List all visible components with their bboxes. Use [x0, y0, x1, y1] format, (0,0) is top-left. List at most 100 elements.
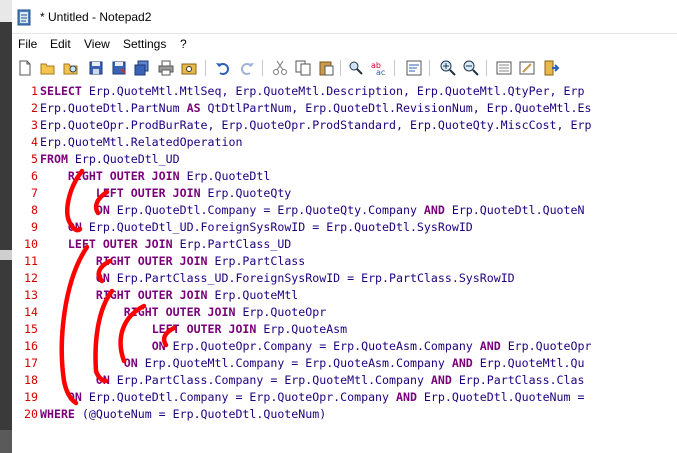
- sql-text: Erp.QuoteMtl.MtlSeq, Erp.QuoteMtl.Descri…: [88, 84, 585, 98]
- paste-icon[interactable]: [317, 59, 335, 77]
- code-line: 16 ON Erp.QuoteOpr.Company = Erp.QuoteAs…: [12, 338, 677, 355]
- sql-keyword: AND: [479, 339, 508, 353]
- zoom-in-icon[interactable]: [439, 59, 457, 77]
- code-line: 4 Erp.QuoteMtl.RelatedOperation: [12, 134, 677, 151]
- customize-icon[interactable]: [518, 59, 536, 77]
- background-window-fragment: [0, 430, 12, 453]
- sql-keyword: AND: [451, 356, 480, 370]
- code-text: RIGHT OUTER JOIN Erp.PartClass: [40, 253, 305, 270]
- code-line: 7 LEFT OUTER JOIN Erp.QuoteQty: [12, 185, 677, 202]
- code-line: 15 LEFT OUTER JOIN Erp.QuoteAsm: [12, 321, 677, 338]
- sql-keyword: RIGHT OUTER JOIN: [123, 305, 243, 319]
- sql-text: Erp.QuoteDtl: [186, 169, 271, 183]
- line-number: 7: [31, 186, 38, 200]
- print-icon[interactable]: [157, 59, 175, 77]
- sql-text: Erp.PartClass_UD: [179, 237, 292, 251]
- sql-text: Erp.QuoteDtl.Company = Erp.QuoteQty.Comp…: [116, 203, 424, 217]
- code-line: 14 RIGHT OUTER JOIN Erp.QuoteOpr: [12, 304, 677, 321]
- replace-icon[interactable]: ab ac: [370, 59, 388, 77]
- line-number: 13: [24, 288, 38, 302]
- code-line: 3 Erp.QuoteOpr.ProdBurRate, Erp.QuoteOpr.…: [12, 117, 677, 134]
- code-text: Erp.QuoteMtl.RelatedOperation: [40, 134, 242, 151]
- scheme-icon[interactable]: [495, 59, 513, 77]
- sql-text: Erp.QuoteMtl.Qu: [479, 356, 585, 370]
- sql-keyword: ON: [95, 373, 117, 387]
- cut-icon[interactable]: [271, 59, 289, 77]
- code-line: 10 LEFT OUTER JOIN Erp.PartClass_UD: [12, 236, 677, 253]
- code-text: ON Erp.QuoteOpr.Company = Erp.QuoteAsm.C…: [40, 338, 592, 355]
- find-file-icon[interactable]: [180, 59, 198, 77]
- toolbar-separator: [394, 60, 395, 76]
- code-line: 11 RIGHT OUTER JOIN Erp.PartClass: [12, 253, 677, 270]
- sql-text: Erp.PartClass_UD.ForeignSysRowID = Erp.P…: [116, 271, 515, 285]
- notepad2-window: * Untitled - Notepad2 File Edit View Set…: [12, 0, 677, 453]
- sql-text: Erp.QuoteMtl.RelatedOperation: [40, 135, 243, 149]
- code-line: 5 FROM Erp.QuoteDtl_UD: [12, 151, 677, 168]
- sql-keyword: ON: [67, 390, 89, 404]
- line-number: 14: [24, 305, 38, 319]
- wordwrap-icon[interactable]: [405, 59, 423, 77]
- line-number: 18: [24, 373, 38, 387]
- code-text: ON Erp.QuoteMtl.Company = Erp.QuoteAsm.C…: [40, 355, 585, 372]
- open-icon[interactable]: [39, 59, 57, 77]
- redo-icon[interactable]: [238, 59, 256, 77]
- code-text: RIGHT OUTER JOIN Erp.QuoteDtl: [40, 168, 270, 185]
- menu-file[interactable]: File: [18, 37, 37, 51]
- sql-text: Erp.QuoteDtl_UD: [74, 152, 180, 166]
- menu-view[interactable]: View: [84, 37, 110, 51]
- sql-text: (@QuoteNum = Erp.QuoteDtl.QuoteNum): [81, 407, 327, 421]
- line-number: 8: [31, 203, 38, 217]
- menu-edit[interactable]: Edit: [50, 37, 71, 51]
- line-number: 9: [31, 220, 38, 234]
- code-text: RIGHT OUTER JOIN Erp.QuoteMtl: [40, 287, 298, 304]
- sql-text: Erp.QuoteAsm: [263, 322, 348, 336]
- code-line: 8 ON Erp.QuoteDtl.Company = Erp.QuoteQty…: [12, 202, 677, 219]
- code-line: 6 RIGHT OUTER JOIN Erp.QuoteDtl: [12, 168, 677, 185]
- notepad-app-icon: [17, 9, 31, 26]
- sql-text: Erp.QuoteOpr: [507, 339, 592, 353]
- copy-icon[interactable]: [294, 59, 312, 77]
- sql-keyword: ON: [67, 220, 89, 234]
- browse-icon[interactable]: [62, 59, 80, 77]
- code-text: ON Erp.PartClass.Company = Erp.QuoteMtl.…: [40, 372, 585, 389]
- background-window-fragment: [0, 250, 12, 260]
- sql-text: Erp.QuoteDtl.PartNum: [40, 101, 187, 115]
- background-window-fragment: [0, 0, 12, 22]
- sql-keyword: RIGHT OUTER JOIN: [95, 254, 215, 268]
- code-line: 13 RIGHT OUTER JOIN Erp.QuoteMtl: [12, 287, 677, 304]
- sql-text: Erp.QuoteOpr.ProdBurRate, Erp.QuoteOpr.P…: [40, 118, 592, 132]
- line-number: 12: [24, 271, 38, 285]
- code-editor[interactable]: 1 SELECT Erp.QuoteMtl.MtlSeq, Erp.QuoteMt…: [12, 81, 677, 453]
- line-number: 1: [31, 84, 38, 98]
- save-as-icon[interactable]: [110, 59, 128, 77]
- toolbar-separator: [429, 60, 430, 76]
- find-icon[interactable]: [347, 59, 365, 77]
- line-number: 10: [24, 237, 38, 251]
- save-copy-icon[interactable]: [133, 59, 151, 77]
- sql-keyword: ON: [95, 203, 117, 217]
- sql-text: Erp.QuoteOpr: [242, 305, 327, 319]
- undo-icon[interactable]: [214, 59, 232, 77]
- exit-icon[interactable]: [542, 59, 560, 77]
- toolbar-separator: [340, 60, 341, 76]
- new-icon[interactable]: [16, 59, 34, 77]
- title-bar[interactable]: * Untitled - Notepad2: [12, 0, 677, 34]
- zoom-out-icon[interactable]: [462, 59, 480, 77]
- sql-text: Erp.QuoteDtl.QuoteNum =: [423, 390, 585, 404]
- menu-settings[interactable]: Settings: [123, 37, 166, 51]
- save-icon[interactable]: [87, 59, 105, 77]
- sql-text: Erp.QuoteOpr.Company = Erp.QuoteAsm.Comp…: [172, 339, 480, 353]
- code-text: LEFT OUTER JOIN Erp.QuoteQty: [40, 185, 291, 202]
- code-text: LEFT OUTER JOIN Erp.PartClass_UD: [40, 236, 291, 253]
- menu-help[interactable]: ?: [180, 37, 187, 51]
- code-text: ON Erp.PartClass_UD.ForeignSysRowID = Er…: [40, 270, 515, 287]
- code-text: WHERE (@QuoteNum = Erp.QuoteDtl.QuoteNum…: [40, 406, 326, 423]
- code-line: 2 Erp.QuoteDtl.PartNum AS QtDtlPartNum, E…: [12, 100, 677, 117]
